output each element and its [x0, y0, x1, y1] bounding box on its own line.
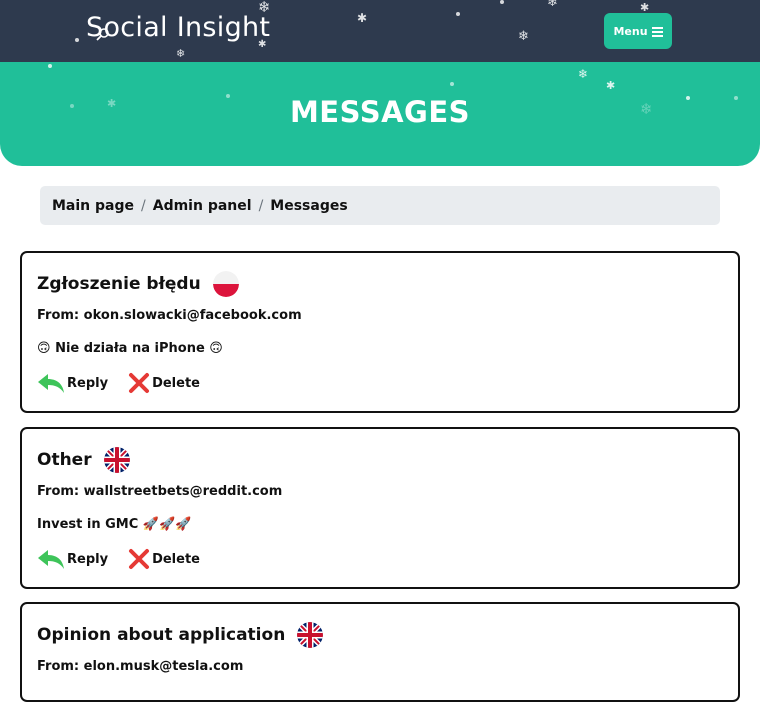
brand-name: Social Insight — [86, 12, 271, 43]
breadcrumb-main-page[interactable]: Main page — [52, 198, 134, 214]
reply-button[interactable]: Reply — [37, 372, 108, 394]
reply-button[interactable]: Reply — [37, 548, 108, 570]
uk-flag-icon — [297, 622, 324, 648]
hamburger-icon — [651, 26, 663, 37]
snow-dot — [75, 38, 79, 42]
brand-logo[interactable]: Social Insight — [86, 12, 270, 43]
breadcrumb-current-messages: Messages — [270, 197, 348, 214]
message-body: Invest in GMC 🚀🚀🚀 — [37, 517, 192, 532]
delete-label: Delete — [152, 375, 200, 391]
message-subject-text: Opinion about application — [37, 625, 286, 645]
snow-dot — [456, 12, 460, 16]
message-sender: From: elon.musk@tesla.com — [37, 659, 244, 674]
message-card: Opinion about application From: elon.mus… — [20, 602, 740, 702]
snow-dot — [500, 0, 504, 4]
snowflake-icon: ❄ — [518, 29, 529, 44]
message-subject-text: Zgłoszenie błędu — [37, 274, 201, 294]
message-sender: From: okon.slowacki@facebook.com — [37, 308, 302, 323]
message-subject: Opinion about application — [37, 622, 324, 648]
message-sender: From: wallstreetbets@reddit.com — [37, 484, 283, 499]
message-subject: Zgłoszenie błędu — [37, 271, 239, 297]
magnifier-icon — [96, 28, 109, 41]
page-title: MESSAGES — [289, 95, 471, 129]
snowflake-icon: ❄ — [176, 47, 186, 60]
message-subject: Other — [37, 447, 130, 473]
page-header: ❄ ✱ ✱ ❄ MESSAGES — [0, 62, 760, 166]
message-body: 🙃 Nie działa na iPhone 🙃 — [37, 341, 223, 356]
reply-icon — [38, 550, 64, 569]
navbar: ❄ ✱ ❄ ✱ ❄ ❄ ✱ Social Insight Menu — [0, 0, 760, 62]
snowflake-icon: ❄ — [578, 67, 589, 81]
reply-icon — [38, 374, 64, 393]
delete-button[interactable]: Delete — [128, 548, 200, 570]
breadcrumb-separator: / — [258, 197, 264, 214]
menu-label: Menu — [613, 24, 648, 38]
breadcrumb: Main page / Admin panel / Messages — [40, 186, 720, 225]
breadcrumb-separator: / — [141, 197, 146, 214]
snowflake-icon: ✱ — [640, 1, 650, 14]
snow-dot — [450, 82, 454, 86]
message-actions: Reply Delete — [37, 372, 200, 394]
snowflake-icon: ❄ — [547, 0, 558, 10]
menu-button[interactable]: Menu — [604, 13, 672, 49]
snowflake-icon: ✱ — [606, 79, 616, 92]
message-subject-text: Other — [37, 450, 92, 470]
delete-button[interactable]: Delete — [128, 372, 200, 394]
snow-dot — [48, 64, 52, 68]
breadcrumb-admin-panel[interactable]: Admin panel — [153, 198, 252, 214]
reply-label: Reply — [67, 375, 109, 391]
message-card: Other From: wallstreetbets@reddit.com In… — [20, 427, 740, 589]
delete-icon — [129, 373, 150, 393]
reply-label: Reply — [67, 551, 109, 567]
uk-flag-icon — [103, 447, 130, 473]
delete-label: Delete — [152, 551, 200, 567]
message-card: Zgłoszenie błędu From: okon.slowacki@fac… — [20, 251, 740, 413]
poland-flag-icon — [212, 271, 239, 297]
snowflake-icon: ✱ — [357, 11, 368, 25]
message-actions: Reply Delete — [37, 548, 200, 570]
delete-icon — [129, 549, 150, 569]
